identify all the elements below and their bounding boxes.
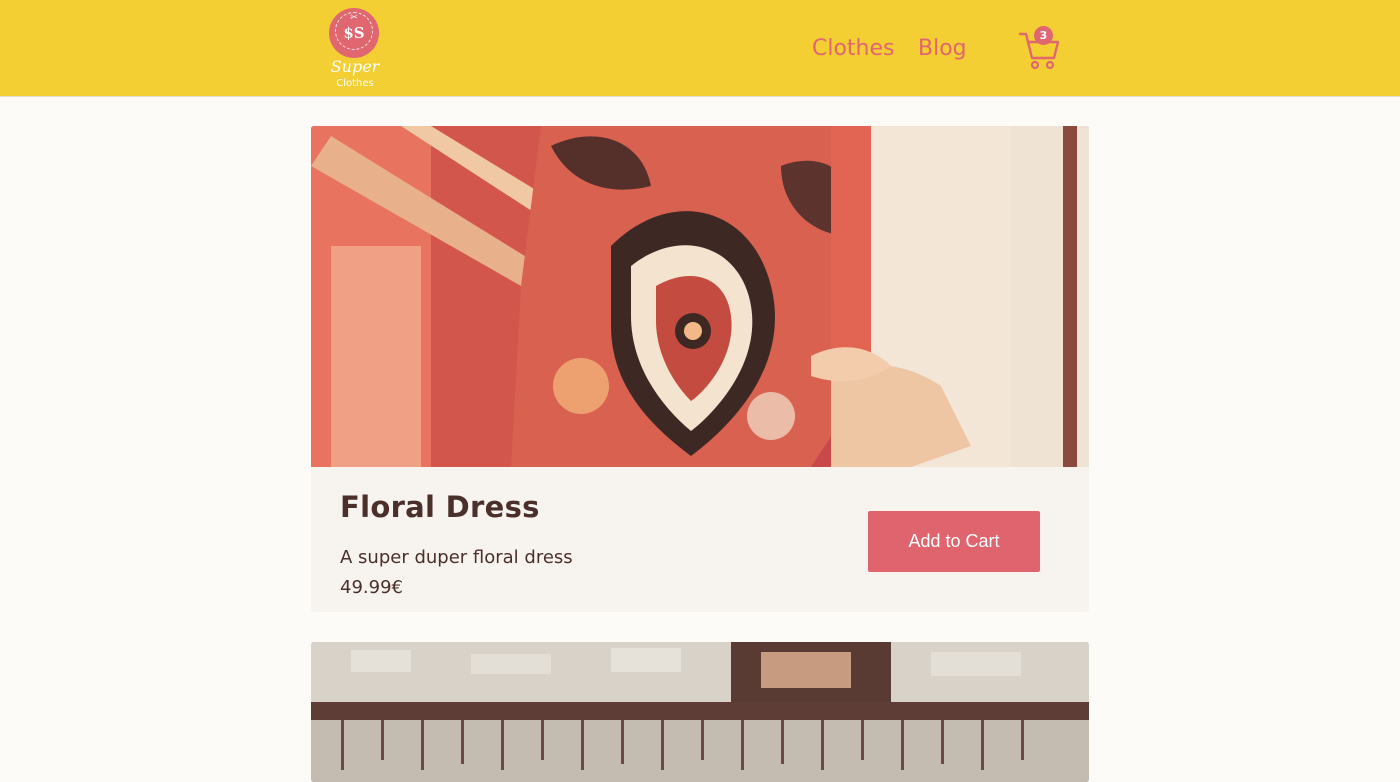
product-title: Floral Dress (340, 490, 540, 524)
product-price: 49.99€ (340, 577, 403, 598)
cart-count-badge: 3 (1034, 26, 1053, 45)
nav-clothes[interactable]: Clothes (812, 34, 895, 64)
product-card-2 (311, 642, 1089, 782)
product-card: Floral Dress A super duper floral dress … (311, 126, 1089, 612)
logo-wordmark: Super (330, 57, 380, 76)
cart-button[interactable]: 3 (1018, 26, 1064, 70)
logo-subtitle: Clothes (336, 78, 374, 89)
logo-glyph: $S (343, 24, 365, 42)
product-image (311, 126, 1089, 467)
logo-badge: ✂ $S (329, 8, 379, 58)
scissors-icon: ✂ (350, 13, 358, 23)
site-header: ✂ $S Super Clothes Clothes Blog 3 (0, 0, 1400, 97)
add-to-cart-button[interactable]: Add to Cart (868, 511, 1040, 572)
product-description: A super duper floral dress (340, 547, 573, 568)
product-image-2 (311, 642, 1089, 782)
site-logo[interactable]: ✂ $S Super Clothes (327, 8, 383, 92)
nav-blog[interactable]: Blog (918, 34, 967, 64)
